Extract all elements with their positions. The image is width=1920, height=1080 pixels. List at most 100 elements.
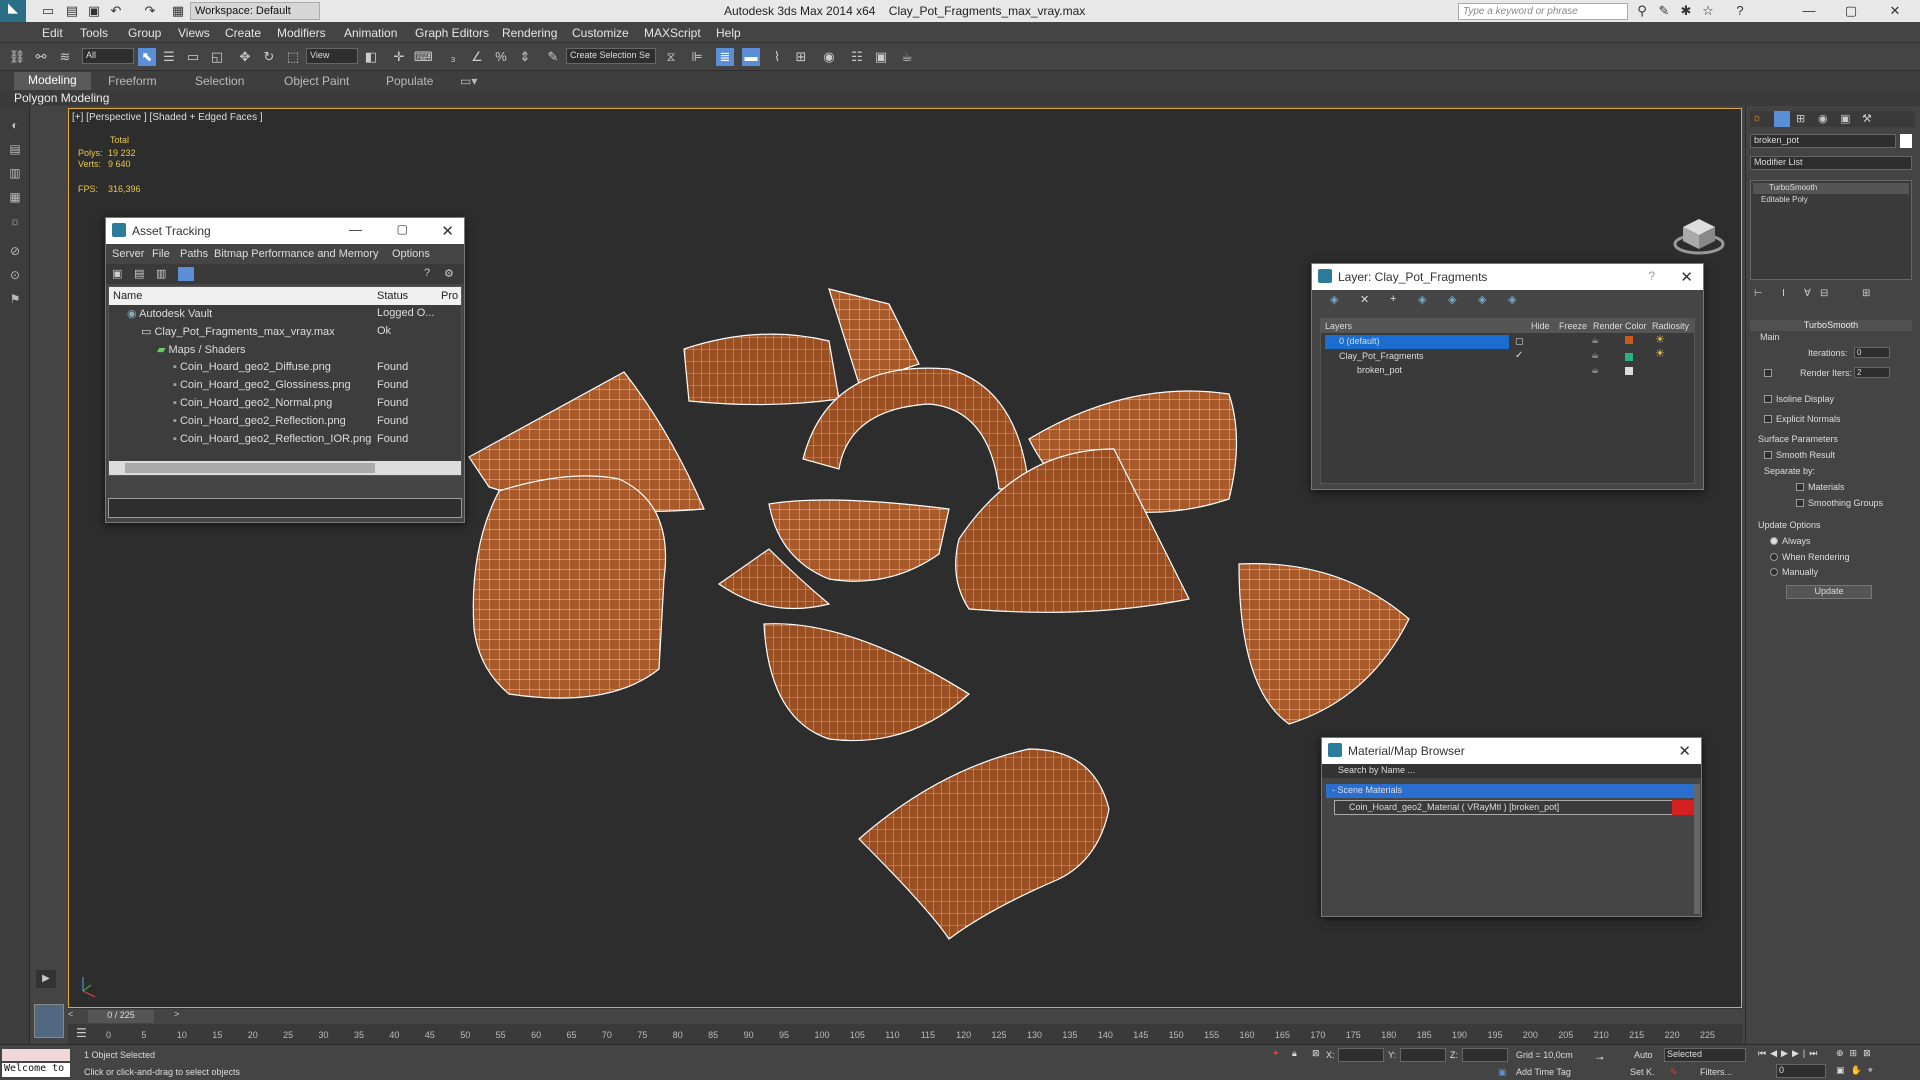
curve-editor-icon[interactable]: ⌇ [768,48,786,66]
close-button[interactable]: ✕ [1680,268,1693,286]
material-browser-titlebar[interactable]: Material/Map Browser ✕ [1322,738,1701,764]
column-name[interactable]: Name [113,290,142,302]
maximize-button[interactable]: ▢ [1836,2,1866,20]
asset-row-normal[interactable]: ▪ Coin_Hoard_geo2_Normal.png [173,397,332,415]
select-objects-icon[interactable]: ◈ [1418,293,1426,306]
graphite-toolbar-icon[interactable]: ▬ [742,48,760,66]
stack-item-turbosmooth[interactable]: TurboSmooth [1753,183,1909,194]
list-view-icon[interactable]: ▤ [134,267,144,280]
close-button[interactable]: ✕ [1880,2,1910,20]
pin-stack-icon[interactable]: ⊢ [1754,288,1763,299]
key-filter-dropdown[interactable]: Selected [1664,1048,1746,1062]
render-iters-checkbox[interactable] [1764,369,1772,377]
asset-tracking-titlebar[interactable]: Asset Tracking — ▢ ✕ [106,218,464,244]
scale-icon[interactable]: ⬚ [284,48,302,66]
tab-object-paint[interactable]: Object Paint [284,74,349,88]
vertical-scrollbar[interactable] [1694,784,1700,914]
object-name-field[interactable]: broken_pot [1750,134,1896,148]
add-time-tag-button[interactable]: Add Time Tag [1516,1067,1571,1077]
mirror-icon[interactable]: ⧖ [662,48,680,66]
link-icon[interactable]: ⛓ [8,48,26,66]
edit-named-selection-icon[interactable]: ✎ [544,48,562,66]
z-coordinate-field[interactable] [1462,1048,1508,1062]
delete-layer-icon[interactable]: ✕ [1360,293,1369,306]
track-icon[interactable]: ⊙ [6,268,24,286]
layer-manager-titlebar[interactable]: Layer: Clay_Pot_Fragments? ✕ [1312,264,1703,290]
minimize-button[interactable]: — [1794,2,1824,20]
viewport-nav-controls-2[interactable]: ▣✋⌖ [1836,1065,1879,1076]
help-icon[interactable]: ? [424,267,430,279]
tab-freeform[interactable]: Freeform [108,74,157,88]
radiosity-icon[interactable]: ☀ [1655,333,1665,346]
freeze-all-icon[interactable]: ◈ [1508,293,1516,306]
maximize-button[interactable]: ▢ [397,222,408,236]
viewport-nav-controls[interactable]: ⊕⊞⊠ [1836,1048,1877,1059]
column-status[interactable]: Status [377,290,408,302]
menu-create[interactable]: Create [225,26,261,40]
selection-lock-icon[interactable]: 🔒︎ [1292,1048,1297,1059]
close-button[interactable]: ✕ [1678,742,1691,760]
menu-edit[interactable]: Edit [42,26,63,40]
mini-curve-editor-icon[interactable] [34,1004,64,1038]
scene-materials-group[interactable]: - Scene Materials [1326,784,1694,798]
menu-options[interactable]: Options [392,248,430,260]
asset-row-reflection-ior[interactable]: ▪ Coin_Hoard_geo2_Reflection_IOR.png [173,433,373,451]
snaps-toggle-icon[interactable]: ₃ [444,48,462,66]
layer-row-default[interactable]: 0 (default) [1325,335,1509,349]
column-render[interactable]: Render [1593,321,1623,331]
modifier-list-dropdown[interactable]: Modifier List [1750,156,1912,170]
filters-button[interactable]: Filters... [1700,1067,1732,1077]
smooth-result-checkbox[interactable] [1764,451,1772,459]
iterations-spinner[interactable]: 0 [1854,347,1890,358]
rendered-frame-window-icon[interactable]: ▣ [872,48,890,66]
maxscript-mini-listener[interactable]: Welcome to [2,1063,70,1077]
maxscript-listener-field[interactable] [2,1049,70,1061]
named-selection-dropdown[interactable]: Create Selection Se [566,48,656,64]
favorites-star-icon[interactable]: ☆ [1700,3,1716,19]
select-object-icon[interactable]: ⬉ [138,48,156,66]
make-unique-icon[interactable]: ∀ [1804,288,1811,299]
render-setup-icon[interactable]: ☷ [848,48,866,66]
unlink-icon[interactable]: ⚯ [32,48,50,66]
highlight-layer-icon[interactable]: ◈ [1448,293,1456,306]
polygon-modeling-label[interactable]: Polygon Modeling [14,91,109,105]
object-color-swatch[interactable] [1900,134,1912,148]
viewport-layout-play-icon[interactable]: ▶ [36,970,56,988]
menu-modifiers[interactable]: Modifiers [277,26,326,40]
track-bar-toggle-icon[interactable]: ☰ [76,1026,87,1040]
time-slider[interactable]: < 0 / 225 > [68,1008,1742,1024]
column-layers[interactable]: Layers [1325,321,1352,331]
save-icon[interactable]: ▣ [86,3,102,19]
rectangular-selection-icon[interactable]: ▭ [184,48,202,66]
viewport-layout-icon[interactable]: ◐ [6,118,24,136]
manually-radio[interactable] [1770,568,1778,576]
remove-modifier-icon[interactable]: ⊟ [1820,288,1828,299]
turbosmooth-rollout[interactable]: TurboSmooth [1750,320,1912,331]
workspace-dropdown[interactable]: Workspace: Default [190,2,320,20]
column-color[interactable]: Color [1625,321,1647,331]
asset-row-reflection[interactable]: ▪ Coin_Hoard_geo2_Reflection.png [173,415,346,433]
menu-graph-editors[interactable]: Graph Editors [415,26,489,40]
tab-populate[interactable]: Populate [386,74,433,88]
bind-space-warp-icon[interactable]: ≋ [56,48,74,66]
project-folder-icon[interactable]: ▦ [170,3,186,19]
layer-manager-icon[interactable]: ≣ [716,48,734,66]
help-icon[interactable]: ? [1732,3,1748,19]
layer-color-swatch[interactable] [1625,336,1633,344]
time-slider-thumb[interactable]: 0 / 225 [88,1010,154,1023]
when-rendering-radio[interactable] [1770,553,1778,561]
column-pro[interactable]: Pro [441,290,458,302]
animation-layer-icon[interactable]: ⊘ [6,244,24,262]
layer-row-clay-pot[interactable]: Clay_Pot_Fragments [1325,351,1438,361]
selection-filter-dropdown[interactable]: All [82,48,134,64]
settings-icon[interactable]: ⚙ [444,267,454,280]
help-icon[interactable]: ? [1648,269,1655,283]
menu-group[interactable]: Group [128,26,161,40]
tab-selection[interactable]: Selection [195,74,244,88]
minimize-button[interactable]: — [349,222,362,237]
tab-modeling[interactable]: Modeling [14,72,91,90]
y-coordinate-field[interactable] [1400,1048,1446,1062]
asset-row-diffuse[interactable]: ▪ Coin_Hoard_geo2_Diffuse.png [173,361,331,379]
material-editor-icon[interactable]: ◉ [820,48,838,66]
layer-color-swatch[interactable] [1625,367,1633,375]
